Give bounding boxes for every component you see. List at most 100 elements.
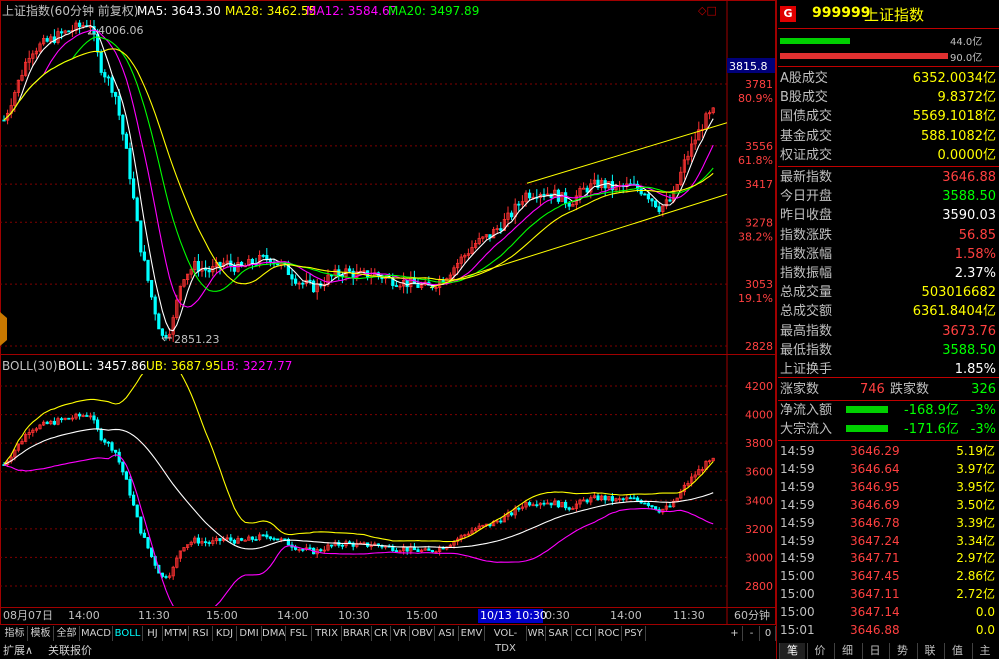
candle-body bbox=[319, 549, 323, 552]
candle-body bbox=[646, 502, 651, 506]
indicator-tab[interactable]: HJ bbox=[143, 626, 163, 641]
candle-body bbox=[650, 198, 654, 202]
boll-ub-label: UB: 3687.95 bbox=[146, 359, 221, 373]
indicator-tab[interactable]: MTM bbox=[163, 626, 189, 641]
flow-label: 净流入额 bbox=[780, 403, 833, 418]
candle-body bbox=[106, 76, 110, 79]
indicator-tab[interactable]: ROC bbox=[596, 626, 622, 641]
candle-body bbox=[250, 536, 254, 540]
candle-body bbox=[347, 541, 352, 544]
candle-body bbox=[265, 534, 269, 538]
candlestick-pane[interactable] bbox=[2, 19, 727, 342]
panel-tab[interactable]: 笔 bbox=[779, 643, 805, 659]
turnover-row-label: A股成交 bbox=[780, 71, 828, 86]
down-count-value: 326 bbox=[971, 382, 996, 397]
candle-body bbox=[283, 538, 287, 541]
indicator-tab[interactable]: 模板 bbox=[28, 626, 54, 641]
panel-tab[interactable]: 价 bbox=[806, 643, 833, 659]
quote-row-value: 6361.8404亿 bbox=[912, 304, 996, 320]
indicator-tab[interactable]: 指标 bbox=[2, 626, 28, 641]
indicator-tab[interactable]: OBV bbox=[410, 626, 435, 641]
boll-pane[interactable] bbox=[2, 358, 715, 619]
price-axis-label: 3278 bbox=[745, 216, 773, 229]
tick-amount: 3.34亿 bbox=[956, 533, 995, 548]
security-name: 上证指数 bbox=[864, 6, 925, 24]
time-axis-label: 11:30 bbox=[673, 609, 705, 622]
turnover-row-label: 权证成交 bbox=[780, 147, 833, 163]
candle-body bbox=[564, 501, 568, 509]
indicator-tab[interactable]: CR bbox=[372, 626, 391, 641]
candle-body bbox=[509, 512, 514, 516]
flow-bar bbox=[846, 425, 888, 432]
candle-body bbox=[542, 193, 546, 196]
indicator-tab[interactable]: EMV bbox=[459, 626, 485, 641]
expand-button[interactable]: 扩展∧ bbox=[3, 643, 33, 658]
indicator-tab[interactable]: ASI bbox=[435, 626, 459, 641]
indicator-tab[interactable]: VOL-TDX bbox=[485, 626, 527, 654]
indicator-tab[interactable]: WR bbox=[527, 626, 546, 641]
indicator-tab[interactable]: FSL bbox=[286, 626, 312, 641]
panel-tab[interactable]: 主 bbox=[971, 643, 998, 659]
boll-axis-label: 4000 bbox=[745, 409, 773, 422]
tick-time: 14:59 bbox=[780, 479, 815, 494]
quote-row-label: 总成交额 bbox=[780, 304, 833, 320]
candle-body bbox=[131, 178, 136, 199]
candle-body bbox=[67, 30, 71, 33]
turnover-row-value: 9.8372亿 bbox=[937, 90, 997, 106]
candle-body bbox=[499, 520, 503, 523]
candle-body bbox=[394, 285, 399, 287]
turnover-row-value: 5569.1018亿 bbox=[912, 109, 996, 125]
indicator-tab[interactable]: DMA bbox=[262, 626, 286, 641]
candle-body bbox=[239, 538, 244, 541]
indicator-tab[interactable]: DMI bbox=[237, 626, 262, 641]
scroll-handle[interactable] bbox=[0, 312, 7, 346]
candle-body bbox=[535, 504, 539, 507]
indicator-tab[interactable]: 全部 bbox=[54, 626, 80, 641]
candle-body bbox=[99, 428, 103, 441]
indicator-tab[interactable]: SAR bbox=[546, 626, 572, 641]
candle-body bbox=[110, 442, 114, 451]
indicator-tab[interactable]: RSI bbox=[189, 626, 213, 641]
period-label[interactable]: 60分钟 bbox=[734, 608, 770, 622]
candle-body bbox=[121, 461, 125, 473]
indicator-tab[interactable]: BOLL bbox=[113, 626, 143, 641]
panel-tab[interactable]: 联 bbox=[916, 643, 943, 659]
flow-row: 净流入额 -168.9亿 -3% bbox=[778, 401, 999, 420]
zoom-reset-button[interactable]: 0 bbox=[761, 626, 776, 641]
tick-amount: 3.50亿 bbox=[956, 497, 995, 512]
indicator-tab[interactable]: BRAR bbox=[342, 626, 372, 641]
zoom-out-button[interactable]: - bbox=[744, 626, 760, 641]
panel-tab[interactable]: 细 bbox=[834, 643, 860, 659]
indicator-tab[interactable]: TRIX bbox=[312, 626, 342, 641]
flow-value: -171.6亿 bbox=[904, 422, 959, 437]
fib-pct-label: 19.1% bbox=[738, 292, 773, 305]
boll-axis-label: 3600 bbox=[745, 466, 773, 479]
indicator-tab[interactable]: KDJ bbox=[213, 626, 237, 641]
panel-tab[interactable]: 势 bbox=[889, 643, 915, 659]
candle-body bbox=[646, 193, 651, 200]
panel-tab[interactable]: 日 bbox=[861, 643, 888, 659]
quote-row: 昨日收盘 3590.03 bbox=[778, 206, 999, 225]
candle-body bbox=[265, 255, 269, 260]
time-axis-label: 14:00 bbox=[610, 609, 642, 622]
window-mode-icon[interactable]: ◇□ bbox=[698, 4, 717, 17]
tick-price: 3646.95 bbox=[850, 479, 900, 494]
candle-body bbox=[585, 499, 589, 503]
indicator-tab[interactable]: PSY bbox=[622, 626, 646, 641]
candle-body bbox=[78, 413, 82, 417]
group-badge[interactable]: G bbox=[780, 6, 796, 22]
candle-body bbox=[268, 536, 273, 539]
panel-tab[interactable]: 值 bbox=[944, 643, 970, 659]
price-axis-label: 3417 bbox=[745, 178, 773, 191]
indicator-tab[interactable]: MACD bbox=[80, 626, 113, 641]
related-quote-button[interactable]: 关联报价 bbox=[48, 643, 92, 658]
zoom-in-button[interactable]: + bbox=[727, 626, 743, 641]
candle-body bbox=[603, 495, 607, 501]
candle-body bbox=[650, 505, 654, 508]
indicator-tab[interactable]: VR bbox=[391, 626, 410, 641]
boll-axis-label: 3800 bbox=[745, 437, 773, 450]
boll-mid-label: BOLL: 3457.86 bbox=[58, 359, 146, 373]
indicator-tab[interactable]: CCI bbox=[572, 626, 596, 641]
time-axis-label: 14:00 bbox=[68, 609, 100, 622]
turnover-row: 权证成交 0.0000亿 bbox=[778, 146, 999, 165]
